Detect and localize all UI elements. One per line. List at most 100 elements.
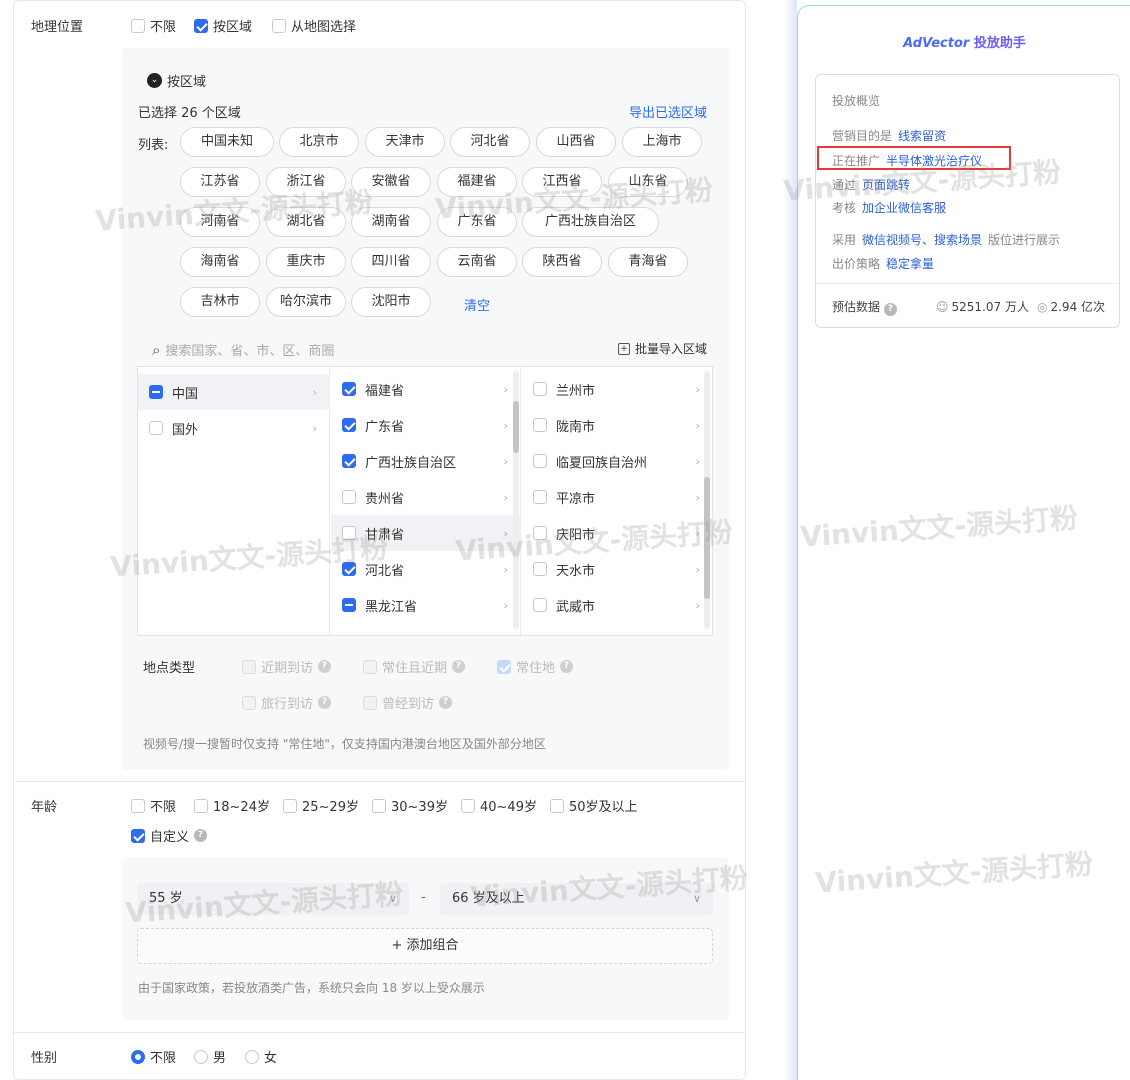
bulk-import-button[interactable]: + 批量导入区域 <box>618 340 707 357</box>
checkbox[interactable] <box>550 798 564 813</box>
region-chip[interactable]: 沈阳市 <box>351 287 431 317</box>
cascader-item[interactable]: 广西壮族自治区 › <box>331 443 520 479</box>
region-chip[interactable]: 湖南省 <box>351 207 431 237</box>
geo-option-from-map[interactable]: 从地图选择 <box>272 16 356 35</box>
age-option[interactable]: 50岁及以上 <box>550 796 638 815</box>
region-chip[interactable]: 天津市 <box>365 127 445 157</box>
region-chip[interactable]: 中国未知 <box>180 127 274 157</box>
cascader-item[interactable]: 武威市 › <box>522 587 712 623</box>
clear-link[interactable]: 清空 <box>464 295 490 314</box>
cascader-item[interactable]: 黑龙江省 › <box>331 587 520 623</box>
region-chip[interactable]: 北京市 <box>279 127 359 157</box>
scrollbar[interactable] <box>704 371 710 629</box>
help-icon[interactable]: ? <box>194 829 208 842</box>
region-chip[interactable]: 福建省 <box>437 167 517 197</box>
region-chip[interactable]: 江苏省 <box>180 167 260 197</box>
geo-option-unlimited[interactable]: 不限 <box>131 16 176 35</box>
cascader-item[interactable]: 甘肃省 › <box>331 515 520 551</box>
gender-option-unlimited[interactable]: 不限 <box>131 1047 176 1066</box>
age-option[interactable]: 不限 <box>131 796 176 815</box>
age-to-select[interactable]: 66 岁及以上 ∨ <box>440 883 713 915</box>
checkbox[interactable] <box>533 490 547 504</box>
export-selected-link[interactable]: 导出已选区域 <box>629 102 707 121</box>
checkbox[interactable] <box>342 382 356 396</box>
region-chip[interactable]: 河北省 <box>450 127 530 157</box>
age-option[interactable]: 30~39岁 <box>372 796 448 815</box>
cascader-item[interactable]: 庆阳市 › <box>522 515 712 551</box>
geo-option-by-region[interactable]: 按区域 <box>194 16 252 35</box>
radio[interactable] <box>131 1049 145 1064</box>
cascader-item[interactable]: 福建省 › <box>331 371 520 407</box>
region-chip[interactable]: 广东省 <box>437 207 517 237</box>
checkbox[interactable] <box>149 385 163 399</box>
region-chip[interactable]: 哈尔滨市 <box>266 287 346 317</box>
region-chip[interactable]: 海南省 <box>180 247 260 277</box>
cascader-item[interactable]: 广东省 › <box>331 407 520 443</box>
region-chip[interactable]: 陕西省 <box>522 247 602 277</box>
age-option-custom[interactable]: 自定义? <box>131 826 208 845</box>
region-section-toggle[interactable]: ⌄ 按区域 <box>147 71 206 90</box>
region-chip[interactable]: 四川省 <box>351 247 431 277</box>
gender-option-male[interactable]: 男 <box>194 1047 226 1066</box>
cascader-item[interactable]: 中国 › <box>138 374 329 410</box>
add-combination-button[interactable]: + 添加组合 <box>137 928 713 964</box>
cascader-item[interactable]: 平凉市 › <box>522 479 712 515</box>
help-icon[interactable]: ? <box>318 696 332 709</box>
radio[interactable] <box>245 1049 259 1064</box>
checkbox[interactable] <box>194 18 208 33</box>
region-chip[interactable]: 湖北省 <box>266 207 346 237</box>
region-chip[interactable]: 青海省 <box>608 247 688 277</box>
scrollbar[interactable] <box>513 371 519 629</box>
region-chip[interactable]: 山东省 <box>608 167 688 197</box>
checkbox[interactable] <box>149 421 163 435</box>
region-chip[interactable]: 浙江省 <box>266 167 346 197</box>
cascader-item[interactable]: 贵州省 › <box>331 479 520 515</box>
help-icon[interactable]: ? <box>560 660 574 673</box>
gender-option-female[interactable]: 女 <box>245 1047 277 1066</box>
age-option[interactable]: 40~49岁 <box>461 796 537 815</box>
checkbox[interactable] <box>131 798 145 813</box>
region-chip[interactable]: 江西省 <box>522 167 602 197</box>
checkbox[interactable] <box>342 454 356 468</box>
checkbox[interactable] <box>283 798 297 813</box>
age-option[interactable]: 18~24岁 <box>194 796 270 815</box>
checkbox[interactable] <box>342 490 356 504</box>
checkbox[interactable] <box>342 418 356 432</box>
region-chip[interactable]: 安徽省 <box>351 167 431 197</box>
region-search-input[interactable]: ⌕ 搜索国家、省、市、区、商圈 <box>152 340 334 360</box>
checkbox[interactable] <box>533 526 547 540</box>
age-option[interactable]: 25~29岁 <box>283 796 359 815</box>
radio[interactable] <box>194 1049 208 1064</box>
cascader-item[interactable]: 陇南市 › <box>522 407 712 443</box>
region-chip[interactable]: 云南省 <box>437 247 517 277</box>
help-icon[interactable]: ? <box>883 303 897 316</box>
checkbox[interactable] <box>372 798 386 813</box>
checkbox[interactable] <box>131 18 145 33</box>
checkbox[interactable] <box>533 598 547 612</box>
cascader-item[interactable]: 国外 › <box>138 410 329 446</box>
checkbox[interactable] <box>533 454 547 468</box>
region-chip[interactable]: 山西省 <box>536 127 616 157</box>
region-chip[interactable]: 河南省 <box>180 207 260 237</box>
cascader-item[interactable]: 兰州市 › <box>522 371 712 407</box>
help-icon[interactable]: ? <box>439 696 453 709</box>
region-chip[interactable]: 重庆市 <box>266 247 346 277</box>
checkbox[interactable] <box>194 798 208 813</box>
help-icon[interactable]: ? <box>318 660 332 673</box>
checkbox[interactable] <box>342 526 356 540</box>
cascader-item[interactable]: 天水市 › <box>522 551 712 587</box>
help-icon[interactable]: ? <box>452 660 466 673</box>
checkbox[interactable] <box>533 382 547 396</box>
cascader-item[interactable]: 临夏回族自治州 › <box>522 443 712 479</box>
checkbox[interactable] <box>131 828 145 843</box>
checkbox[interactable] <box>342 562 356 576</box>
checkbox[interactable] <box>533 418 547 432</box>
region-chip[interactable]: 上海市 <box>622 127 702 157</box>
age-from-select[interactable]: 55 岁 ∨ <box>137 883 409 915</box>
region-chip[interactable]: 广西壮族自治区 <box>522 207 659 237</box>
checkbox[interactable] <box>342 598 356 612</box>
cascader-item[interactable]: 河北省 › <box>331 551 520 587</box>
region-chip[interactable]: 吉林市 <box>180 287 260 317</box>
checkbox[interactable] <box>533 562 547 576</box>
checkbox[interactable] <box>272 18 286 33</box>
